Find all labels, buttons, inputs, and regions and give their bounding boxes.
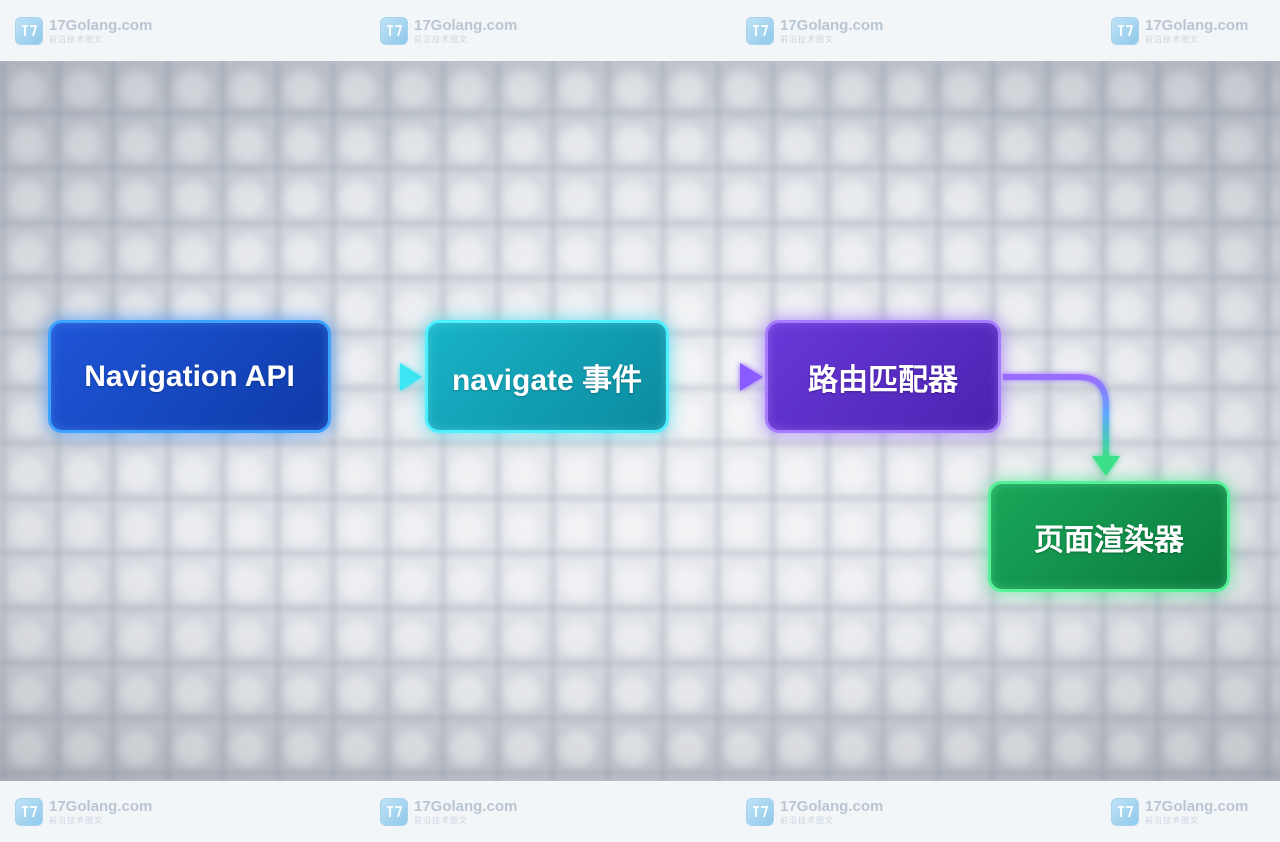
watermark: 17Golang.com 前沿技术图文 [380, 795, 517, 829]
logo-icon [746, 798, 774, 826]
watermark-name: 17Golang.com [49, 798, 153, 815]
node-navigation-api: Navigation API [48, 320, 331, 433]
arrow-event-to-matcher [671, 363, 763, 391]
node-label: navigate 事件 [451, 363, 643, 397]
node-navigate-event: navigate 事件 [425, 320, 669, 433]
watermark-subtitle: 前沿技术图文 [780, 816, 834, 825]
node-label: Navigation API [84, 359, 295, 393]
watermark-name: 17Golang.com [414, 798, 518, 815]
watermark-band-bottom: 17Golang.com 前沿技术图文 17Golang.com 前沿技术图文 … [0, 781, 1280, 842]
logo-icon [1111, 798, 1139, 826]
node-page-renderer: 页面渲染器 [988, 481, 1230, 592]
watermark: 17Golang.com 前沿技术图文 [746, 795, 883, 829]
logo-icon [15, 798, 43, 826]
arrow-api-to-event [333, 363, 422, 391]
watermark: 17Golang.com 前沿技术图文 [15, 795, 152, 829]
logo-icon [380, 798, 408, 826]
node-label: 页面渲染器 [1034, 523, 1184, 557]
arrow-matcher-to-renderer [1003, 374, 1120, 476]
node-router-matcher: 路由匹配器 [765, 320, 1001, 433]
watermark-subtitle: 前沿技术图文 [49, 816, 103, 825]
watermark-subtitle: 前沿技术图文 [1145, 816, 1199, 825]
watermark-name: 17Golang.com [1145, 798, 1249, 815]
watermark-subtitle: 前沿技术图文 [414, 816, 468, 825]
watermark-name: 17Golang.com [780, 798, 884, 815]
node-label: 路由匹配器 [808, 363, 958, 397]
watermark: 17Golang.com 前沿技术图文 [1111, 795, 1248, 829]
